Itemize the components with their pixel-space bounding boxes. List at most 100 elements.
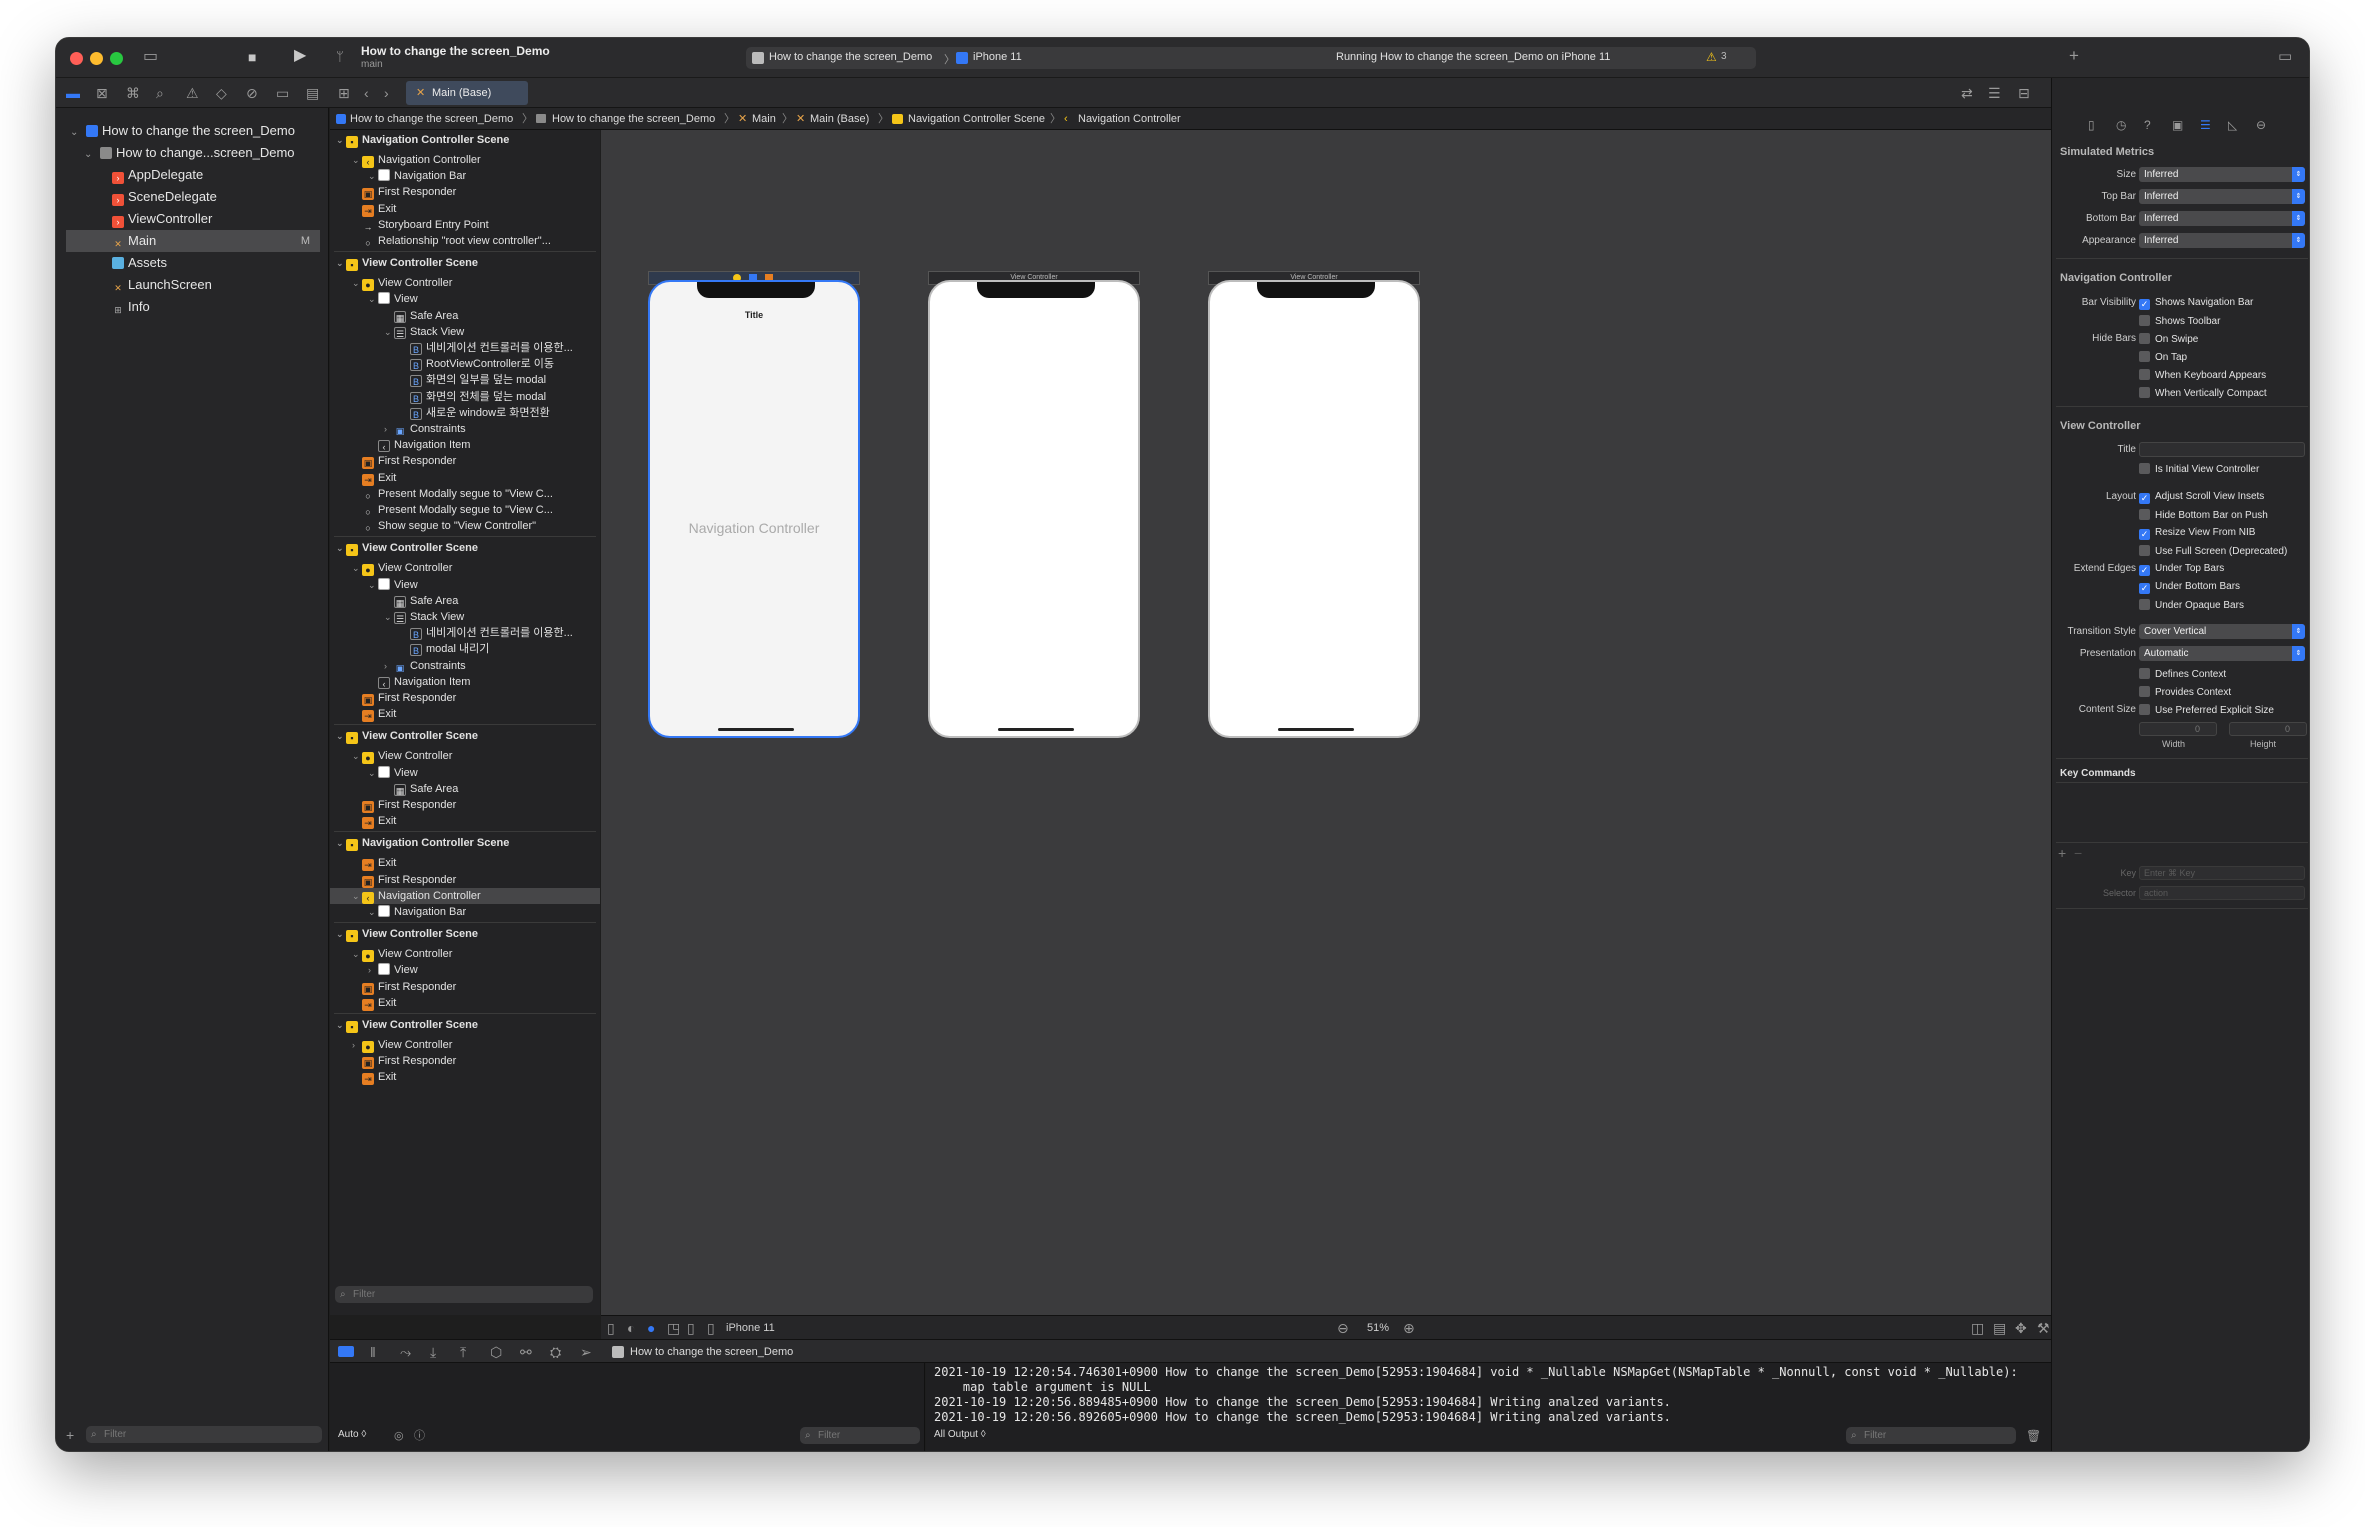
outline-row-segue[interactable]: ○ Present Modally segue to "View C... — [330, 502, 600, 518]
disclosure-chevron-icon[interactable]: ⌄ — [368, 291, 378, 307]
outline-row-safe[interactable]: ▦ Safe Area — [330, 781, 600, 797]
under-top-bars-checkbox[interactable]: ✓ Under Top Bars — [2139, 563, 2224, 576]
add-file-icon[interactable]: + — [66, 1428, 74, 1442]
outline-row-constraints[interactable]: › ▣ Constraints — [330, 658, 600, 674]
pause-icon[interactable]: ‖ — [370, 1345, 376, 1359]
disclosure-chevron-icon[interactable]: ⌄ — [384, 609, 394, 625]
view-controller-scene[interactable] — [1208, 280, 1420, 738]
zoom-in-icon[interactable]: ⊕ — [1403, 1321, 1415, 1335]
output-mode[interactable]: All Output ◊ — [934, 1429, 986, 1440]
outline-row-exit[interactable]: ⇥ Exit — [330, 813, 600, 830]
resolve-issues-icon[interactable]: ⚒ — [2037, 1321, 2050, 1335]
sidebar-toggle-icon[interactable]: ▭ — [143, 49, 158, 65]
variables-mode[interactable]: Auto ◊ — [338, 1429, 366, 1440]
related-items-icon[interactable]: ⇄ — [1961, 86, 1973, 100]
disclosure-chevron-icon[interactable]: ⌄ — [352, 560, 362, 576]
connections-icon[interactable]: ⊖ — [2256, 118, 2266, 132]
help-icon[interactable]: ? — [2144, 118, 2151, 132]
identity-icon[interactable]: ▣ — [2172, 118, 2183, 132]
outline-row-responder[interactable]: ▣ First Responder — [330, 1053, 600, 1070]
editor-options-icon[interactable]: ☰ — [1988, 86, 2001, 100]
nav-group[interactable]: ⌄ How to change...screen_Demo — [84, 142, 295, 164]
disclosure-chevron-icon[interactable]: ⌄ — [336, 1017, 346, 1033]
outline-row-navctl[interactable]: ⌄ ‹ Navigation Controller — [330, 887, 600, 904]
outline-toggle-icon[interactable]: ▯ — [607, 1321, 615, 1335]
outline-row-view[interactable]: › View — [330, 962, 600, 978]
memory-graph-icon[interactable]: ⚯ — [520, 1345, 532, 1359]
outline-row-exit[interactable]: ⇥ Exit — [330, 995, 600, 1011]
disclosure-chevron-icon[interactable]: ⌄ — [352, 946, 362, 962]
outline-row-responder[interactable]: ▣ First Responder — [330, 979, 600, 995]
outline-row-navctl[interactable]: ⌄ ‹ Navigation Controller — [330, 152, 600, 168]
top-bar-select[interactable]: Inferred ⇕ — [2139, 189, 2305, 204]
hide-bottom-bar-checkbox[interactable]: Hide Bottom Bar on Push — [2139, 509, 2268, 522]
debug-toggle-icon[interactable] — [338, 1346, 354, 1357]
disclosure-chevron-icon[interactable]: ⌄ — [352, 152, 362, 168]
back-icon[interactable]: ‹ — [364, 86, 369, 100]
outline-row-segue[interactable]: ○ Relationship "root view controller"... — [330, 233, 600, 249]
disclosure-chevron-icon[interactable]: ⌄ — [368, 904, 378, 920]
nav-project[interactable]: ⌄ How to change the screen_Demo — [70, 120, 295, 142]
outline-row-scene[interactable]: ⌄ ▪ Navigation Controller Scene — [330, 835, 600, 852]
title-field[interactable] — [2139, 442, 2305, 457]
zoom-level[interactable]: 51% — [1367, 1316, 1389, 1340]
size-select[interactable]: Inferred ⇕ — [2139, 167, 2305, 182]
outline-row-exit[interactable]: ⇥ Exit — [330, 1069, 600, 1086]
disclosure-chevron-icon[interactable]: ⌄ — [336, 926, 346, 942]
tab-main-base[interactable]: ✕ Main (Base) — [406, 81, 528, 105]
search-icon[interactable]: ⌕ — [156, 86, 164, 100]
outline-row-vc[interactable]: ⌄ ● View Controller — [330, 946, 600, 963]
transition-style-select[interactable]: Cover Vertical ⇕ — [2139, 624, 2305, 639]
outline-filter[interactable]: ⌕ Filter — [335, 1286, 593, 1303]
outline-row-stack[interactable]: ⌄ ☰ Stack View — [330, 609, 600, 625]
disclosure-chevron-icon[interactable]: › — [384, 658, 394, 674]
eye-icon[interactable]: ◎ — [394, 1429, 404, 1443]
forward-icon[interactable]: › — [384, 86, 389, 100]
outline-row-button[interactable]: B 화면의 일부를 덮는 modal — [330, 372, 600, 388]
disclosure-chevron-icon[interactable]: ⌄ — [352, 888, 362, 904]
nav-launchscreen[interactable]: ✕ LaunchScreen — [112, 274, 212, 296]
vertically-compact-checkbox[interactable]: When Vertically Compact — [2139, 387, 2267, 400]
disclosure-chevron-icon[interactable]: ⌄ — [336, 132, 346, 148]
run-target-device[interactable]: iPhone 11 — [973, 51, 1022, 63]
breakpoint-icon[interactable]: ▭ — [276, 86, 289, 100]
use-preferred-size-checkbox[interactable]: Use Preferred Explicit Size — [2139, 704, 2274, 717]
outline-row-button[interactable]: B 화면의 전체를 덮는 modal — [330, 389, 600, 405]
outline-row-responder[interactable]: ▣ First Responder — [330, 690, 600, 706]
disclosure-chevron-icon[interactable]: ⌄ — [336, 255, 346, 271]
outline-row-scene[interactable]: ⌄ ▪ View Controller Scene — [330, 540, 600, 557]
outline-row-exit[interactable]: ⇥ Exit — [330, 855, 600, 872]
disclosure-chevron-icon[interactable]: › — [352, 1037, 362, 1053]
nav-viewcontroller[interactable]: › ViewController — [112, 208, 212, 230]
breadcrumb-item[interactable]: Navigation Controller Scene — [908, 108, 1045, 130]
split-editor-icon[interactable]: ⊟ — [2018, 86, 2030, 100]
appearance-icon[interactable]: ◐ — [627, 1321, 635, 1335]
outline-row-responder[interactable]: ▣ First Responder — [330, 797, 600, 813]
navigator-filter[interactable]: ⌕ Filter — [86, 1426, 322, 1443]
breadcrumb-item[interactable]: Navigation Controller — [1078, 108, 1181, 130]
update-frames-icon[interactable]: ◫ — [1971, 1321, 1984, 1335]
outline-row-view[interactable]: ⌄ View — [330, 765, 600, 781]
inspector-toggle-icon[interactable]: ▭ — [2278, 49, 2292, 64]
defines-context-checkbox[interactable]: Defines Context — [2139, 668, 2226, 681]
trash-icon[interactable]: 🗑 — [2026, 1429, 2041, 1443]
step-over-icon[interactable]: ⤳ — [400, 1345, 411, 1359]
shows-navigation-bar-checkbox[interactable]: ✓ Shows Navigation Bar — [2139, 297, 2253, 310]
outline-row-safe[interactable]: ▦ Safe Area — [330, 308, 600, 324]
outline-row-vc[interactable]: ⌄ ● View Controller — [330, 748, 600, 765]
step-into-icon[interactable]: ⤓ — [430, 1345, 436, 1359]
nav-assets[interactable]: Assets — [112, 252, 167, 274]
outline-row-scene[interactable]: ⌄ ▪ View Controller Scene — [330, 1017, 600, 1033]
outline-row-constraints[interactable]: › ▣ Constraints — [330, 421, 600, 437]
outline-row-view[interactable]: ⌄ View — [330, 577, 600, 593]
outline-row-button[interactable]: B RootViewController로 이동 — [330, 356, 600, 372]
add-key-command-icon[interactable]: + — [2058, 846, 2066, 860]
outline-row-button[interactable]: Bmodal 내리기 — [330, 641, 600, 657]
symbol-navigator-icon[interactable]: ⌘ — [126, 86, 140, 100]
nav-appdelegate[interactable]: › AppDelegate — [112, 164, 203, 186]
outline-row-segue[interactable]: ○ Present Modally segue to "View C... — [330, 486, 600, 502]
orientation-icon[interactable]: ◳ — [667, 1321, 680, 1335]
warning-icon[interactable]: ⚠ — [1706, 50, 1717, 64]
issue-icon[interactable]: ⚠ — [186, 86, 199, 100]
disclosure-chevron-icon[interactable]: › — [384, 421, 394, 437]
